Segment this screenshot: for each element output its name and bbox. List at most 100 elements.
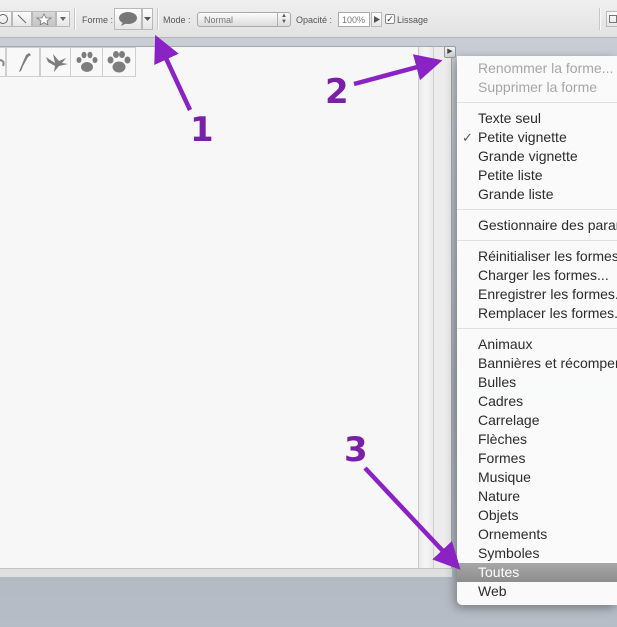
menu-item[interactable]: Bulles [457, 373, 617, 392]
menu-item-label: Symboles [478, 545, 540, 561]
mode-label: Mode : [163, 15, 191, 25]
menu-item[interactable]: Charger les formes... [457, 266, 617, 285]
menu-item-label: Cadres [478, 393, 524, 409]
ellipse-tool-button[interactable] [0, 11, 12, 27]
menu-item[interactable]: Toutes [457, 563, 617, 582]
menu-item[interactable]: Nature [457, 487, 617, 506]
bird-icon [19, 53, 31, 72]
shape-thumbnail[interactable] [6, 47, 40, 77]
menu-item-label: Formes [478, 450, 526, 466]
menu-item[interactable]: Animaux [457, 335, 617, 354]
menu-item-label: Petite liste [478, 167, 543, 183]
menu-separator [457, 209, 617, 210]
chevron-down-icon [144, 17, 151, 21]
menu-item[interactable]: Texte seul [457, 109, 617, 128]
menu-separator [457, 102, 617, 103]
shape-fragment-icon [0, 59, 5, 67]
menu-item-label: Enregistrer les formes... [478, 286, 617, 302]
menu-item-label: Petite vignette [478, 129, 567, 145]
paw-print-icon [107, 51, 131, 73]
menu-item[interactable]: Grande liste [457, 185, 617, 204]
menu-item[interactable]: Petite liste [457, 166, 617, 185]
menu-item[interactable]: Renommer la forme... [457, 59, 617, 78]
shapes-context-menu: Renommer la forme... Supprimer la forme Te… [457, 56, 617, 605]
menu-item[interactable]: Gestionnaire des paramètres prédéfinis..… [457, 216, 617, 235]
annotation-number-3: 3 [344, 430, 368, 470]
menu-item[interactable]: Carrelage [457, 411, 617, 430]
lissage-checkbox[interactable]: ✓ [385, 14, 395, 24]
options-bar: Forme : Mode : Normal ▲ ▼ Opacité : 100% … [0, 0, 617, 38]
star-shape-icon [36, 13, 52, 25]
menu-item-label: Grande vignette [478, 148, 578, 164]
menu-item[interactable]: Réinitialiser les formes... [457, 247, 617, 266]
checkmark-icon: ✓ [462, 130, 473, 145]
panel-resize-bar[interactable] [0, 568, 452, 577]
panel-icon [609, 15, 617, 23]
menu-item-label: Bulles [478, 374, 517, 390]
menu-item-label: Animaux [478, 336, 533, 352]
lissage-label: Lissage [397, 15, 429, 25]
menu-item[interactable]: ✓ Petite vignette [457, 128, 617, 147]
divider [74, 8, 76, 30]
shape-thumbnail[interactable] [40, 47, 74, 77]
menu-item[interactable]: Enregistrer les formes... [457, 285, 617, 304]
shape-picker-dropdown[interactable] [142, 8, 153, 30]
menu-item-label: Charger les formes... [478, 267, 609, 283]
annotation-number-1: 1 [190, 110, 214, 150]
menu-item[interactable]: Symboles [457, 544, 617, 563]
menu-item[interactable]: Cadres [457, 392, 617, 411]
toolbar-extra-button[interactable] [606, 11, 617, 27]
menu-item-label: Remplacer les formes... [478, 305, 617, 321]
menu-item-label: Texte seul [478, 110, 542, 126]
divider [157, 8, 159, 30]
triangle-right-icon: ▶ [447, 48, 453, 55]
menu-item-label: Web [478, 583, 507, 599]
menu-item[interactable]: Web [457, 582, 617, 601]
menu-item-label: Flèches [478, 431, 528, 447]
menu-item[interactable]: Ornements [457, 525, 617, 544]
menu-item-label: Objets [478, 507, 519, 523]
triangle-right-icon [373, 16, 380, 23]
line-icon [17, 14, 27, 24]
opacite-field[interactable]: 100% [338, 12, 370, 27]
opacite-value: 100% [342, 15, 366, 25]
panel-menu-button[interactable]: ▶ [444, 46, 456, 58]
up-down-arrows-icon: ▲ ▼ [277, 13, 290, 26]
menu-item-label: Grande liste [478, 186, 554, 202]
menu-item[interactable]: Musique [457, 468, 617, 487]
shape-thumbnail[interactable] [70, 47, 104, 77]
menu-item[interactable]: Remplacer les formes... [457, 304, 617, 323]
menu-item[interactable]: Bannières et récompenses [457, 354, 617, 373]
chevron-down-icon [60, 17, 66, 21]
annotation-number-2: 2 [325, 72, 349, 112]
line-tool-button[interactable] [12, 11, 32, 27]
forme-label: Forme : [82, 15, 114, 25]
custom-shape-tool-button[interactable] [32, 11, 56, 27]
menu-item[interactable]: Supprimer la forme [457, 78, 617, 97]
menu-item-label: Musique [478, 469, 531, 485]
menu-item-label: Réinitialiser les formes... [478, 248, 617, 264]
shape-picker-panel [0, 46, 452, 577]
dove-icon [46, 54, 68, 72]
menu-item-label: Bannières et récompenses [478, 355, 617, 371]
shape-thumbnail[interactable] [102, 47, 136, 77]
tool-options-dropdown[interactable] [56, 11, 70, 27]
menu-item-label: Supprimer la forme [478, 79, 598, 95]
menu-item[interactable]: Formes [457, 449, 617, 468]
mode-value: Normal [204, 15, 234, 25]
menu-item[interactable]: Flèches [457, 430, 617, 449]
menu-item[interactable]: Grande vignette [457, 147, 617, 166]
mode-select[interactable]: Normal ▲ ▼ [197, 12, 291, 27]
menu-item-label: Renommer la forme... [478, 60, 614, 76]
opacite-slider-button[interactable] [371, 12, 382, 27]
panel-scrollbar[interactable] [419, 47, 434, 568]
ellipse-icon [0, 14, 8, 24]
menu-item[interactable]: Objets [457, 506, 617, 525]
speech-bubble-icon [119, 12, 137, 26]
shape-picker[interactable] [114, 8, 142, 30]
divider [599, 8, 601, 30]
paw-print-icon [76, 51, 98, 72]
menu-separator [457, 240, 617, 241]
menu-item-label: Toutes [478, 564, 520, 580]
menu-separator [457, 328, 617, 329]
